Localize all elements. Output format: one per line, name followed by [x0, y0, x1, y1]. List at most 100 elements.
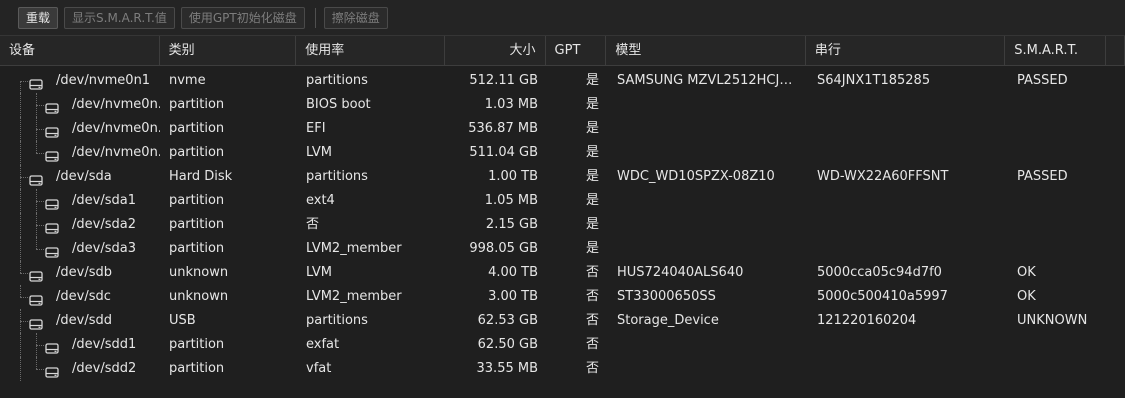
col-header-usage[interactable]: 使用率	[296, 36, 445, 66]
table-row[interactable]: /dev/sdd1 partition exfat 62.50 GB 否	[0, 333, 1125, 357]
col-header-smart[interactable]: S.M.A.R.T.	[1005, 36, 1107, 66]
usage-cell: vfat	[306, 361, 332, 376]
hard-disk-icon	[45, 123, 59, 141]
device-name: /dev/sda3	[72, 241, 136, 256]
col-header-type[interactable]: 类别	[160, 36, 297, 66]
reload-button[interactable]: 重载	[18, 6, 59, 29]
type-cell: partition	[169, 145, 225, 160]
type-cell: partition	[169, 97, 225, 112]
serial-cell	[808, 141, 1008, 165]
smart-cell: PASSED	[1017, 73, 1068, 88]
table-row[interactable]: /dev/nvme0n... partition EFI 536.87 MB 是	[0, 117, 1125, 141]
type-cell: Hard Disk	[169, 169, 233, 184]
wipe-disk-button[interactable]: 擦除磁盘	[323, 6, 388, 29]
tree-branch	[36, 153, 44, 154]
device-cell: /dev/nvme0n...	[0, 93, 160, 117]
usage-cell: LVM	[306, 145, 332, 160]
hard-disk-icon	[45, 363, 59, 381]
smart-cell: PASSED	[1017, 169, 1068, 184]
hard-disk-icon	[45, 195, 59, 213]
type-cell: unknown	[169, 265, 229, 280]
serial-cell	[808, 93, 1008, 117]
table-row[interactable]: /dev/nvme0n1 nvme partitions 512.11 GB 是 SAMS…	[0, 69, 1125, 93]
size-cell: 1.05 MB	[484, 193, 538, 208]
device-cell: /dev/sda1	[0, 189, 160, 213]
device-name: /dev/sdd1	[72, 337, 137, 352]
device-name: /dev/nvme0n1	[56, 73, 151, 88]
serial-cell	[808, 117, 1008, 141]
table-row[interactable]: /dev/sda Hard Disk partitions 1.00 TB 是 WDC_W…	[0, 165, 1125, 189]
tree-branch	[20, 321, 28, 322]
gpt-cell: 是	[585, 97, 599, 112]
model-cell	[608, 357, 808, 381]
gpt-cell: 是	[585, 121, 599, 136]
hard-disk-icon	[29, 75, 43, 93]
col-header-serial[interactable]: 串行	[806, 36, 1006, 66]
smart-cell	[1008, 141, 1109, 165]
col-header-size[interactable]: 大小	[445, 36, 546, 66]
size-cell: 998.05 GB	[469, 241, 538, 256]
device-name: /dev/sdd2	[72, 361, 137, 376]
show-smart-button[interactable]: 显示S.M.A.R.T.值	[64, 6, 175, 29]
device-cell: /dev/sda3	[0, 237, 160, 261]
device-name: /dev/sda2	[72, 217, 136, 232]
toolbar: 重载 显示S.M.A.R.T.值 使用GPT初始化磁盘 擦除磁盘	[0, 0, 1125, 36]
serial-cell	[808, 333, 1008, 357]
size-cell: 3.00 TB	[488, 289, 538, 304]
table-row[interactable]: /dev/sda3 partition LVM2_member 998.05 GB 是	[0, 237, 1125, 261]
gpt-cell: 否	[585, 361, 599, 376]
col-header-model[interactable]: 模型	[606, 36, 806, 66]
tree-branch	[20, 177, 28, 178]
usage-cell: BIOS boot	[306, 97, 371, 112]
device-name: /dev/sdb	[56, 265, 112, 280]
table-row[interactable]: /dev/sda2 partition 否 2.15 GB 是	[0, 213, 1125, 237]
tree-line	[20, 261, 21, 273]
table-row[interactable]: /dev/sdb unknown LVM 4.00 TB 否 HUS724040ALS64…	[0, 261, 1125, 285]
tree-branch	[36, 249, 44, 250]
usage-cell: EFI	[306, 121, 326, 136]
device-cell: /dev/sdd2	[0, 357, 160, 381]
usage-cell: exfat	[306, 337, 340, 352]
model-cell: ST33000650SS	[617, 289, 716, 304]
usage-cell: ext4	[306, 193, 335, 208]
tree-line	[36, 237, 37, 249]
size-cell: 1.03 MB	[484, 97, 538, 112]
table-row[interactable]: /dev/sdd2 partition vfat 33.55 MB 否	[0, 357, 1125, 381]
model-cell	[608, 237, 808, 261]
hard-disk-icon	[29, 267, 43, 285]
serial-cell	[808, 357, 1008, 381]
gpt-init-button[interactable]: 使用GPT初始化磁盘	[180, 6, 305, 29]
model-cell	[608, 93, 808, 117]
device-name: /dev/nvme0n...	[72, 145, 160, 160]
col-header-gpt[interactable]: GPT	[546, 36, 607, 66]
table-row[interactable]: /dev/sda1 partition ext4 1.05 MB 是	[0, 189, 1125, 213]
table-row[interactable]: /dev/sdc unknown LVM2_member 3.00 TB 否 ST3300…	[0, 285, 1125, 309]
table-row[interactable]: /dev/nvme0n... partition LVM 511.04 GB 是	[0, 141, 1125, 165]
col-header-filler	[1106, 36, 1125, 66]
hard-disk-icon	[45, 219, 59, 237]
tree-branch	[36, 225, 44, 226]
table-row[interactable]: /dev/nvme0n... partition BIOS boot 1.03 MB 是	[0, 93, 1125, 117]
toolbar-separator	[314, 7, 316, 28]
tree-line	[36, 141, 37, 153]
tree-line	[20, 357, 21, 381]
type-cell: partition	[169, 121, 225, 136]
model-cell	[608, 333, 808, 357]
model-cell	[608, 117, 808, 141]
smart-cell	[1008, 189, 1109, 213]
hard-disk-icon	[29, 291, 43, 309]
col-header-device[interactable]: 设备	[0, 36, 160, 66]
tree-line	[20, 117, 21, 141]
gpt-cell: 否	[585, 313, 599, 328]
serial-cell	[808, 213, 1008, 237]
tree-branch	[36, 105, 44, 106]
smart-cell	[1008, 237, 1109, 261]
size-cell: 33.55 MB	[476, 361, 538, 376]
tree-branch	[36, 369, 44, 370]
gpt-cell: 是	[585, 145, 599, 160]
smart-cell	[1008, 117, 1109, 141]
device-cell: /dev/nvme0n1	[0, 69, 160, 93]
table-row[interactable]: /dev/sdd USB partitions 62.53 GB 否 Storage_De…	[0, 309, 1125, 333]
usage-cell: LVM2_member	[306, 241, 402, 256]
hard-disk-icon	[29, 315, 43, 333]
